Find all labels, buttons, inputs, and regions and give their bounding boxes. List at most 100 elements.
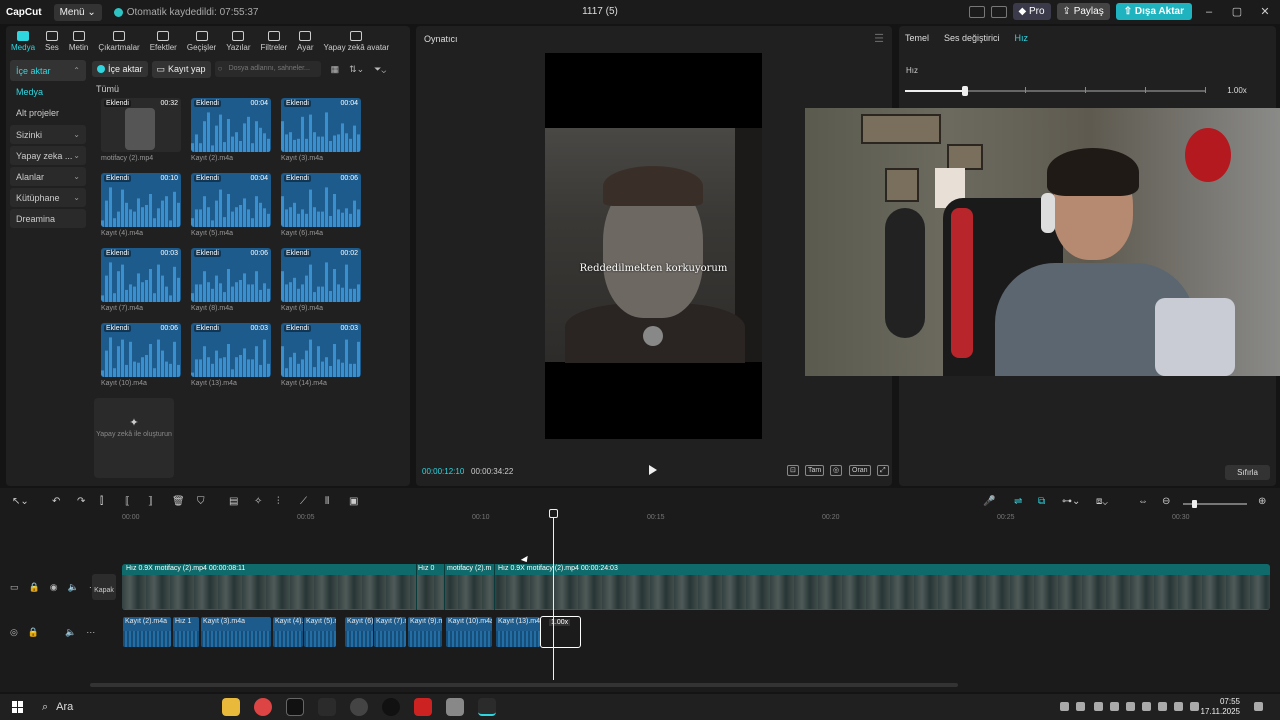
tab-basic[interactable]: Temel (905, 33, 929, 43)
clock[interactable]: 07:55 17.11.2025 (1201, 697, 1240, 717)
menu-button[interactable]: Menü ⌄ (53, 3, 102, 21)
more-icon[interactable]: ⋯ (86, 627, 95, 638)
audio-clip[interactable]: Kayıt (9).m (408, 617, 442, 647)
tab-transitions[interactable]: Geçişler (182, 26, 221, 52)
mouse-app-icon[interactable] (350, 698, 368, 716)
tray-icon[interactable] (1060, 702, 1069, 711)
eye-icon[interactable]: ◉ (50, 582, 58, 593)
ai-generate-button[interactable]: ✦ Yapay zekâ ile oluşturun (94, 398, 174, 478)
taskbar-search[interactable]: ⌕ Ara (42, 701, 172, 714)
chrome-icon[interactable] (254, 698, 272, 716)
media-item[interactable]: Eklendi 00:04 Kayıt (5).m4a (191, 173, 271, 237)
audio-clip[interactable]: Kayıt (3).m4a (201, 617, 271, 647)
audio-clip[interactable]: Kayıt (5).n (304, 617, 336, 647)
pro-button[interactable]: ◆ Pro (1012, 3, 1051, 20)
record-button[interactable]: ▭ Kayıt yap (151, 60, 211, 78)
split-right-icon[interactable]: ⟧ (148, 496, 153, 507)
selected-audio-clip[interactable]: 1.00x (540, 616, 581, 648)
tray-icon[interactable] (1110, 702, 1119, 711)
snapshot-icon[interactable]: ◎ (830, 465, 843, 476)
audio-clip[interactable]: Hız 1 (173, 617, 199, 647)
reset-button[interactable]: Sıfırla (1225, 465, 1270, 480)
media-item[interactable]: Eklendi 00:10 Kayıt (4).m4a (101, 173, 181, 237)
ratio-button[interactable]: Oran (849, 465, 871, 476)
media-item[interactable]: Eklendi 00:32 motifacy (2).mp4 (101, 98, 181, 162)
sort-icon[interactable]: ⇅⌄ (349, 64, 364, 75)
microphone-app-icon[interactable] (446, 698, 464, 716)
media-item[interactable]: Eklendi 00:06 Kayıt (8).m4a (191, 248, 271, 312)
select-tool-icon[interactable]: ↖⌄ (12, 496, 29, 507)
zoom-in-icon[interactable]: ⊕ (1258, 496, 1266, 507)
share-button[interactable]: ⇪ Paylaş (1056, 3, 1110, 20)
tray-icon[interactable] (1076, 702, 1085, 711)
delete-icon[interactable]: 🗑 (172, 496, 185, 507)
media-item[interactable]: Eklendi 00:04 Kayıt (3).m4a (281, 98, 361, 162)
tray-icon[interactable] (1126, 702, 1135, 711)
bluetooth-icon[interactable] (1142, 702, 1151, 711)
filter-icon[interactable]: ⏷⌄ (374, 64, 386, 75)
media-item[interactable]: Eklendi 00:03 Kayıt (7).m4a (101, 248, 181, 312)
view-toggle-icon[interactable]: ▦ (331, 64, 340, 75)
speed-value-input[interactable]: 1.00x (1217, 84, 1257, 98)
speed-slider-handle[interactable] (962, 86, 968, 96)
crop-timeline-icon[interactable]: ▣ (349, 496, 358, 507)
audio-clip[interactable]: Kayıt (7).m (374, 617, 406, 647)
cover-button[interactable]: Kapak (92, 574, 116, 600)
fullscreen-icon[interactable]: ⤢ (877, 465, 889, 476)
undo-icon[interactable]: ↶ (52, 496, 60, 507)
sidenav-item[interactable]: Medya (10, 81, 86, 102)
keyframe-icon[interactable]: ⟋ (300, 496, 307, 507)
speed-ramp-icon[interactable]: ⫶ (277, 496, 280, 507)
tab-audio[interactable]: Ses (40, 26, 64, 52)
playhead-handle[interactable] (549, 509, 558, 518)
ai-tool-icon[interactable]: ✧ (254, 496, 262, 507)
redo-icon[interactable]: ↷ (77, 496, 85, 507)
shortcuts-icon[interactable] (990, 5, 1007, 18)
capcut-active-icon[interactable] (478, 698, 496, 716)
timeline-ruler[interactable]: 00:00 00:05 00:10 00:15 00:20 00:25 00:30 (122, 512, 1272, 524)
audio-track-icon[interactable]: ◎ (10, 627, 18, 638)
tab-adjust[interactable]: Ayar (292, 26, 318, 52)
obs-icon[interactable] (382, 698, 400, 716)
import-button[interactable]: İçe aktar (92, 61, 148, 77)
zoom-fit-icon[interactable]: ⇔ (1138, 496, 1148, 507)
sidenav-item[interactable]: İçe aktar ⌃ (10, 60, 86, 81)
full-quality-button[interactable]: Tam (805, 465, 825, 476)
media-item[interactable]: Eklendi 00:04 Kayıt (2).m4a (191, 98, 271, 162)
close-icon[interactable]: ✕ (1254, 5, 1276, 18)
r-app-icon[interactable] (286, 698, 304, 716)
tab-voice-changer[interactable]: Ses değiştirici (944, 33, 1000, 43)
split-icon[interactable]: ⫿ (100, 496, 103, 507)
audio-clip[interactable]: Kayıt (6) (345, 617, 373, 647)
tab-avatar[interactable]: Yapay zekâ avatar (318, 26, 394, 52)
zoom-out-icon[interactable]: ⊖ (1162, 496, 1170, 507)
search-input[interactable]: Dosya adlarını, sahneler... (214, 61, 321, 77)
audio-clip[interactable]: Kayıt (4).n (273, 617, 303, 647)
sidenav-item[interactable]: Alt projeler (10, 102, 86, 123)
playhead[interactable] (553, 512, 554, 680)
audio-clip[interactable]: Kayıt (2).m4a (123, 617, 171, 647)
tab-filters[interactable]: Filtreler (256, 26, 293, 52)
zoom-slider-handle[interactable] (1192, 500, 1197, 508)
link-icon[interactable]: ⊶⌄ (1062, 496, 1080, 507)
track-preview-icon[interactable]: ▭ (10, 582, 19, 593)
player-menu-icon[interactable]: ☰ (874, 32, 884, 45)
battery-icon[interactable] (1190, 702, 1199, 711)
export-button[interactable]: ⇧ Dışa Aktar (1115, 3, 1192, 20)
tab-captions[interactable]: Yazılar (221, 26, 255, 52)
lock-icon[interactable]: 🔒 (29, 582, 40, 593)
sidenav-item[interactable]: Dreamina (10, 209, 86, 228)
network-icon[interactable] (1158, 702, 1167, 711)
minimize-icon[interactable]: – (1198, 6, 1220, 18)
windows-start-icon[interactable] (12, 701, 24, 713)
file-explorer-icon[interactable] (222, 698, 240, 716)
speaker-icon[interactable]: 🔈 (68, 582, 79, 593)
sidenav-item[interactable]: Yapay zeka ... ⌄ (10, 146, 86, 165)
caption-edit-icon[interactable]: ▤ (229, 496, 238, 507)
layout-icon[interactable] (968, 5, 985, 18)
tab-sticker[interactable]: Çıkartmalar (93, 26, 144, 52)
media-item[interactable]: Eklendi 00:02 Kayıt (9).m4a (281, 248, 361, 312)
main-track-magnet-icon[interactable]: ⇌ (1014, 496, 1022, 507)
lock-icon[interactable]: 🔒 (28, 627, 39, 638)
sidenav-item[interactable]: Alanlar ⌄ (10, 167, 86, 186)
